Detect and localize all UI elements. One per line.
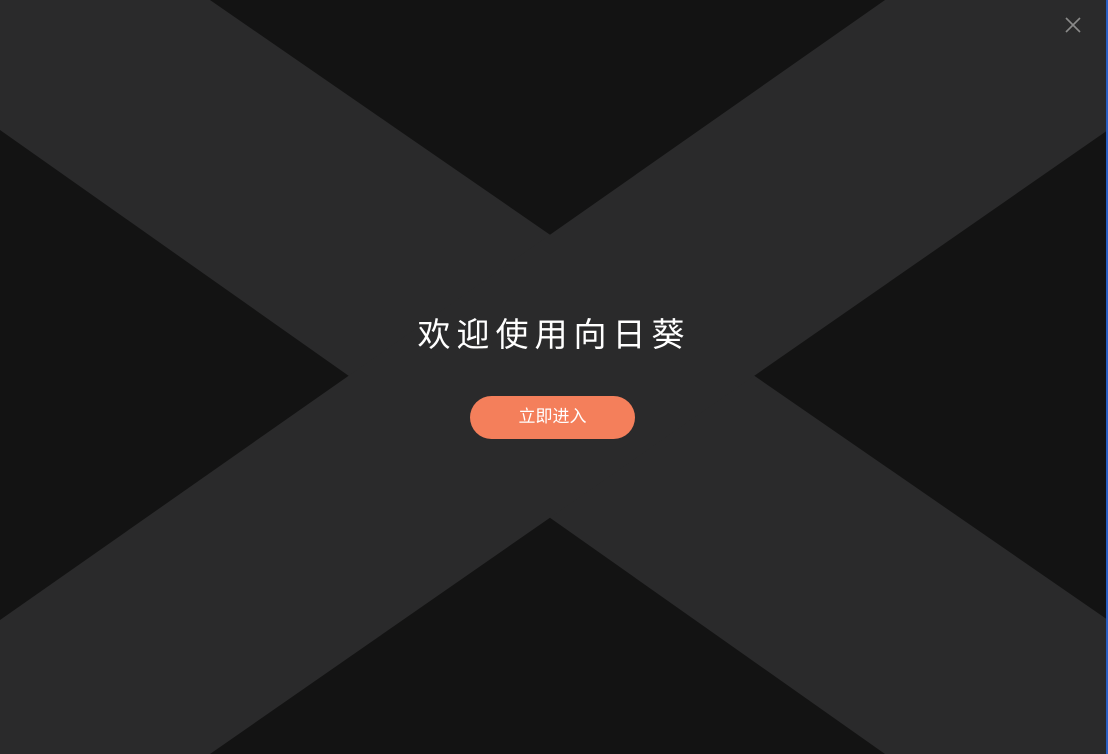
enter-now-button[interactable]: 立即进入 [470,396,635,439]
welcome-window: 欢迎使用向日葵 立即进入 [0,0,1108,754]
x-logo-background [0,0,1108,754]
close-icon [1065,17,1081,33]
welcome-title: 欢迎使用向日葵 [417,315,691,354]
close-button[interactable] [1060,12,1086,38]
